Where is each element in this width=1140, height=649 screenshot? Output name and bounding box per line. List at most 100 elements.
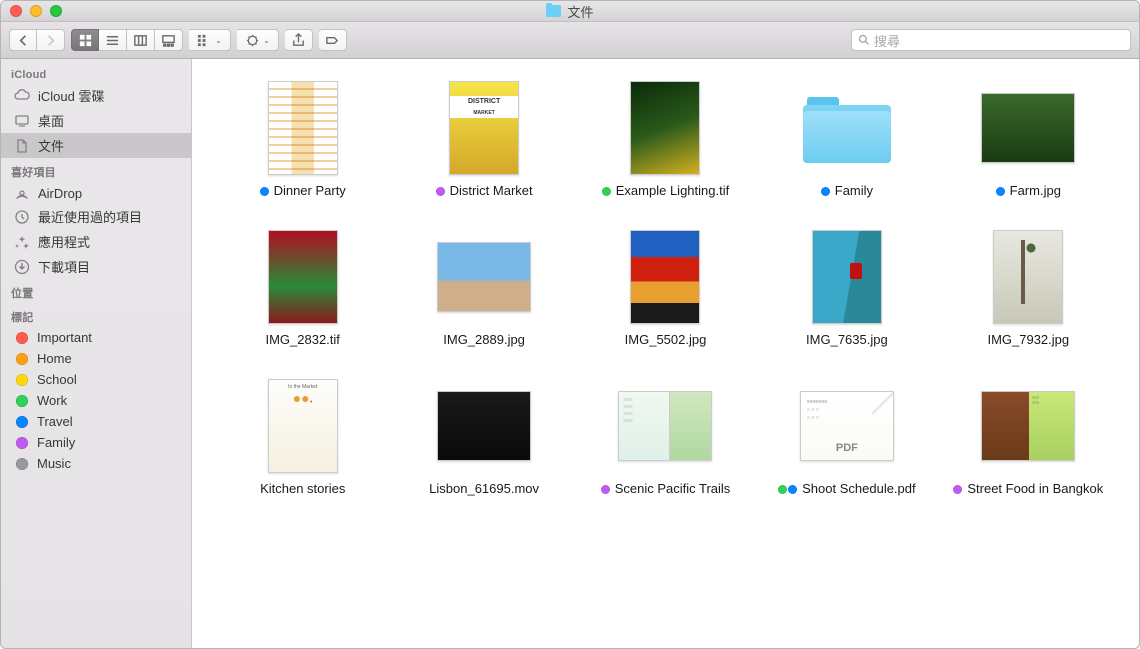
sidebar-item-label: AirDrop: [38, 186, 82, 201]
file-item[interactable]: IMG_2832.tif: [222, 228, 383, 349]
action-group: ⌄: [237, 29, 279, 51]
airdrop-icon: [13, 185, 31, 201]
sidebar-item-label: iCloud 雲碟: [38, 86, 104, 105]
list-view-button[interactable]: [99, 29, 127, 51]
file-name-text: IMG_5502.jpg: [625, 332, 707, 349]
toolbar: ⌄ ⌄ 搜尋: [1, 22, 1139, 59]
thumbnail-image: [268, 81, 338, 175]
sidebar-item[interactable]: Important: [1, 327, 191, 348]
sidebar-item[interactable]: School: [1, 369, 191, 390]
file-item[interactable]: IMG_7932.jpg: [948, 228, 1109, 349]
nav-buttons: [9, 29, 65, 51]
file-name: IMG_2832.tif: [265, 332, 339, 349]
download-icon: [13, 259, 31, 275]
file-item[interactable]: In the Market●●●Kitchen stories: [222, 377, 383, 498]
file-item[interactable]: Example Lighting.tif: [585, 79, 746, 200]
sidebar-item[interactable]: Home: [1, 348, 191, 369]
thumbnail-image: [630, 230, 700, 324]
column-view-button[interactable]: [127, 29, 155, 51]
tag-dot: [16, 353, 28, 365]
tag-dot: [16, 437, 28, 449]
thumbnail-image: DISTRICTMARKET: [449, 81, 519, 175]
sidebar-item[interactable]: Music: [1, 453, 191, 474]
file-item[interactable]: ≡≡≡≡≡≡≡≡≡≡≡≡≡≡≡≡Scenic Pacific Trails: [585, 377, 746, 498]
file-item[interactable]: DISTRICTMARKETDistrict Market: [403, 79, 564, 200]
file-item[interactable]: ≡≡≡≡≡≡≡○ ○ ○○ ○ ○PDF Shoot Schedule.pdf: [766, 377, 927, 498]
folder-icon: [803, 93, 891, 163]
file-thumbnail: ≡≡≡≡≡≡≡○ ○ ○○ ○ ○PDF: [798, 377, 896, 475]
forward-button[interactable]: [37, 29, 65, 51]
arrange-button[interactable]: ⌄: [189, 29, 231, 51]
file-item[interactable]: Lisbon_61695.mov: [403, 377, 564, 498]
document-icon: [13, 138, 31, 154]
view-buttons: [71, 29, 183, 51]
search-icon: [858, 34, 870, 46]
sidebar-item[interactable]: AirDrop: [1, 182, 191, 204]
zoom-button[interactable]: [50, 5, 62, 17]
edit-tags-button[interactable]: [319, 29, 347, 51]
file-item[interactable]: IMG_2889.jpg: [403, 228, 564, 349]
sidebar-item[interactable]: 應用程式: [1, 229, 191, 254]
chevron-down-icon: ⌄: [263, 36, 270, 45]
sidebar-item[interactable]: 文件: [1, 133, 191, 158]
file-name: IMG_5502.jpg: [625, 332, 707, 349]
tag-dot: [778, 485, 787, 494]
clock-icon: [13, 209, 31, 225]
thumbnail-image: [981, 93, 1075, 163]
file-item[interactable]: IMG_7635.jpg: [766, 228, 927, 349]
file-thumbnail: DISTRICTMARKET: [435, 79, 533, 177]
traffic-lights: [1, 5, 62, 17]
file-name-text: Street Food in Bangkok: [967, 481, 1103, 498]
file-name: IMG_7932.jpg: [987, 332, 1069, 349]
titlebar: 文件: [1, 1, 1139, 22]
file-thumbnail: [979, 228, 1077, 326]
sidebar-section-header[interactable]: iCloud: [1, 63, 191, 83]
content-area[interactable]: Dinner PartyDISTRICTMARKETDistrict Marke…: [192, 59, 1139, 648]
sidebar-item-label: Work: [37, 393, 67, 408]
file-name-text: Shoot Schedule.pdf: [802, 481, 915, 498]
sidebar-item[interactable]: Work: [1, 390, 191, 411]
sidebar-item[interactable]: 桌面: [1, 108, 191, 133]
file-grid: Dinner PartyDISTRICTMARKETDistrict Marke…: [222, 79, 1109, 498]
sidebar-item-label: Travel: [37, 414, 73, 429]
file-name-text: IMG_7635.jpg: [806, 332, 888, 349]
sidebar-section-header[interactable]: 喜好項目: [1, 158, 191, 182]
file-item[interactable]: Dinner Party: [222, 79, 383, 200]
file-name-text: IMG_2832.tif: [265, 332, 339, 349]
file-thumbnail: [616, 79, 714, 177]
back-button[interactable]: [9, 29, 37, 51]
thumbnail-image: ≡≡≡≡≡≡≡○ ○ ○○ ○ ○PDF: [800, 391, 894, 461]
file-name: Kitchen stories: [260, 481, 345, 498]
sidebar-item[interactable]: 最近使用過的項目: [1, 204, 191, 229]
icon-view-button[interactable]: [71, 29, 99, 51]
arrange-group: ⌄: [189, 29, 231, 51]
sidebar-item-label: Home: [37, 351, 72, 366]
file-item[interactable]: ≡≡≡≡≡≡Street Food in Bangkok: [948, 377, 1109, 498]
file-item[interactable]: IMG_5502.jpg: [585, 228, 746, 349]
tag-dot: [602, 187, 611, 196]
file-name: Farm.jpg: [996, 183, 1061, 200]
file-item[interactable]: Family: [766, 79, 927, 200]
sidebar-item[interactable]: 下載項目: [1, 254, 191, 279]
chevron-down-icon: ⌄: [215, 36, 222, 45]
gallery-view-button[interactable]: [155, 29, 183, 51]
file-thumbnail: [616, 228, 714, 326]
file-name: Lisbon_61695.mov: [429, 481, 539, 498]
sidebar-section-header[interactable]: 標記: [1, 303, 191, 327]
sidebar-section-header[interactable]: 位置: [1, 279, 191, 303]
thumbnail-image: [812, 230, 882, 324]
sidebar-item[interactable]: iCloud 雲碟: [1, 83, 191, 108]
file-item[interactable]: Farm.jpg: [948, 79, 1109, 200]
minimize-button[interactable]: [30, 5, 42, 17]
share-button[interactable]: [285, 29, 313, 51]
search-field[interactable]: 搜尋: [851, 29, 1131, 51]
close-button[interactable]: [10, 5, 22, 17]
action-button[interactable]: ⌄: [237, 29, 279, 51]
sidebar-item[interactable]: Travel: [1, 411, 191, 432]
window-title: 文件: [1, 2, 1139, 21]
sidebar-item[interactable]: Family: [1, 432, 191, 453]
file-name-text: Kitchen stories: [260, 481, 345, 498]
thumbnail-image: ≡≡≡≡≡≡≡≡≡≡≡≡≡≡≡≡: [618, 391, 712, 461]
folder-icon: [546, 5, 561, 17]
sidebar-item-label: Important: [37, 330, 92, 345]
